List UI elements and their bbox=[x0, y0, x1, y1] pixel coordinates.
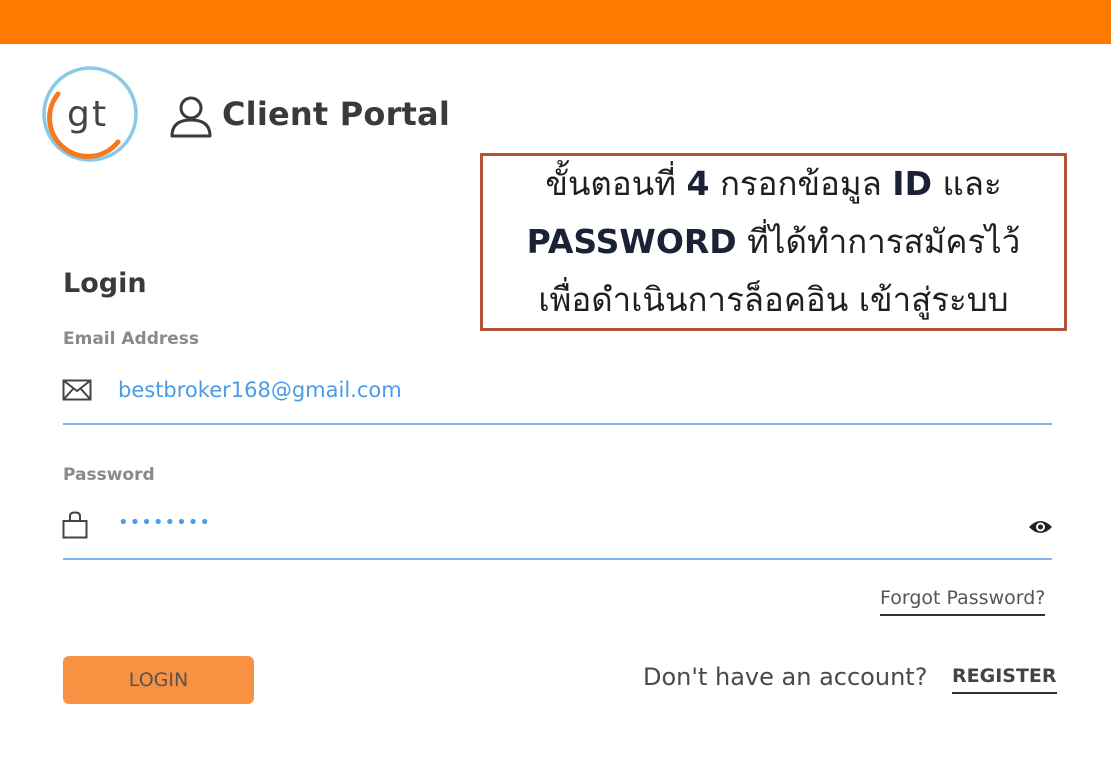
login-button[interactable]: LOGIN bbox=[63, 656, 254, 704]
callout-text: และ bbox=[931, 164, 1002, 203]
callout-line-3: เพื่อดำเนินการล็อคอิน เข้าสู่ระบบ bbox=[538, 280, 1009, 319]
email-input[interactable]: bestbroker168@gmail.com bbox=[118, 378, 402, 402]
register-link[interactable]: REGISTER bbox=[952, 665, 1057, 694]
portal-title: Client Portal bbox=[222, 95, 451, 133]
callout-id-label: ID bbox=[892, 164, 932, 203]
password-underline bbox=[63, 558, 1052, 560]
callout-line-2: PASSWORD ที่ได้ทำการสมัครไว้ bbox=[527, 213, 1021, 271]
callout-step-number: 4 bbox=[686, 164, 710, 203]
login-heading: Login bbox=[63, 268, 147, 299]
no-account-text: Don't have an account? bbox=[643, 663, 928, 691]
lock-icon bbox=[62, 511, 88, 539]
forgot-password-link[interactable]: Forgot Password? bbox=[880, 587, 1046, 616]
password-label: Password bbox=[63, 465, 155, 485]
callout-text: ที่ได้ทำการสมัครไว้ bbox=[736, 222, 1021, 261]
password-input[interactable]: •••••••• bbox=[118, 512, 211, 533]
envelope-icon bbox=[62, 379, 92, 401]
callout-text: ขั้นตอนที่ bbox=[545, 164, 687, 203]
callout-text: กรอกข้อมูล bbox=[709, 164, 893, 203]
instruction-callout: ขั้นตอนที่ 4 กรอกข้อมูล ID และ PASSWORD … bbox=[480, 153, 1067, 331]
callout-password-label: PASSWORD bbox=[526, 222, 737, 261]
top-bar bbox=[0, 0, 1111, 44]
user-icon bbox=[170, 96, 212, 138]
callout-line-1: ขั้นตอนที่ 4 กรอกข้อมูล ID และ bbox=[545, 155, 1001, 213]
eye-icon[interactable] bbox=[1028, 517, 1053, 537]
email-underline bbox=[63, 423, 1052, 425]
svg-text:g: g bbox=[67, 94, 90, 135]
email-label: Email Address bbox=[63, 329, 200, 349]
gt-logo-icon: g t bbox=[42, 66, 138, 162]
svg-text:t: t bbox=[92, 94, 106, 135]
